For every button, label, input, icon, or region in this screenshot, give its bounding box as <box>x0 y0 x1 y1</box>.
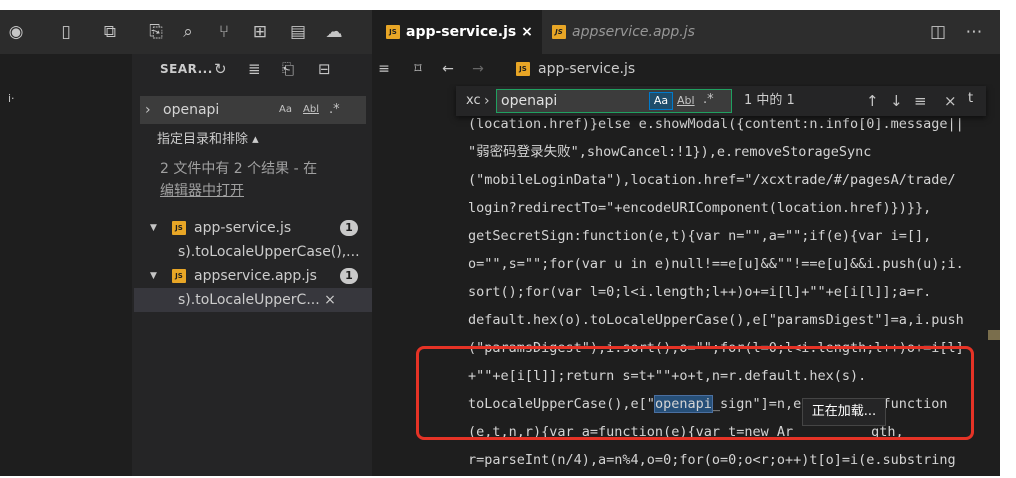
previous-match-icon[interactable]: ↑ <box>866 92 879 110</box>
find-input-value: openapi <box>501 93 558 109</box>
result-match-row[interactable]: s).toLocaleUpperCase(),... <box>134 240 372 264</box>
next-match-icon[interactable]: ↓ <box>890 92 903 110</box>
result-count-badge: 1 <box>340 268 358 284</box>
tab-app-service[interactable]: JS app-service.js × <box>372 10 542 54</box>
find-in-selection-icon[interactable]: ≡ <box>914 92 927 110</box>
result-file-name: appservice.app.js <box>194 268 317 284</box>
phone-icon[interactable]: ▯ <box>54 22 78 42</box>
panel-glyph-icon: i· <box>8 92 15 105</box>
chevron-right-icon[interactable]: › <box>484 86 490 116</box>
whole-word-toggle[interactable]: Abl <box>303 101 319 119</box>
results-summary: 2 文件中有 2 个结果 - 在 编辑器中打开 <box>160 158 360 202</box>
open-in-editor-link[interactable]: 编辑器中打开 <box>160 180 360 202</box>
new-search-editor-icon[interactable]: ⎗ <box>282 58 294 80</box>
find-widget: xc › openapi Aa Abl .* 1 中的 1 ↑ ↓ ≡ × t <box>456 86 986 116</box>
code-line: getSecretSign:function(e,t){var n="",a="… <box>468 228 932 244</box>
sidebar-title: SEAR... <box>160 62 213 76</box>
match-case-toggle[interactable]: Aa <box>649 92 673 110</box>
clear-results-icon[interactable]: ≣ <box>248 58 261 80</box>
chevron-right-icon[interactable]: › <box>145 99 151 121</box>
breadcrumb: ≡ ⌑ ← → JS app-service.js <box>372 54 1000 84</box>
code-line: default.hex(o).toLocaleUpperCase(),e["pa… <box>468 312 964 328</box>
result-count-badge: 1 <box>340 220 358 236</box>
chevron-down-icon[interactable]: ▼ <box>150 216 157 240</box>
activity-bar: ◉ ▯ ⧉ ⎘ ⌕ ⑂ ⊞ ▤ ☁ <box>0 10 372 54</box>
docker-icon[interactable]: ☁ <box>322 22 346 42</box>
find-prefix: xc <box>466 93 481 108</box>
breadcrumb-file[interactable]: app-service.js <box>538 54 635 84</box>
js-file-icon: JS <box>172 221 186 235</box>
code-line: (location.href)}else e.showModal({conten… <box>468 116 964 132</box>
code-line: sort();for(var l=0;l<i.length;l++)o+=i[l… <box>468 284 932 300</box>
source-control-icon[interactable]: ⑂ <box>212 22 236 42</box>
loading-tooltip: 正在加载... <box>802 398 886 426</box>
split-editor-icon[interactable]: ◫ <box>926 22 950 42</box>
js-file-icon: JS <box>516 62 530 76</box>
result-file-row[interactable]: ▼ JS appservice.app.js 1 <box>134 264 372 288</box>
find-suffix: t <box>968 91 974 106</box>
code-line: login?redirectTo="+encodeURIComponent(lo… <box>468 200 932 216</box>
result-file-row[interactable]: ▼ JS app-service.js 1 <box>134 216 372 240</box>
result-file-name: app-service.js <box>194 220 292 236</box>
tab-appservice-app[interactable]: JS appservice.app.js <box>542 10 732 54</box>
window-icon[interactable]: ⧉ <box>98 22 122 42</box>
whole-word-toggle[interactable]: Abl <box>677 92 695 110</box>
remote-icon[interactable]: ▤ <box>286 22 310 42</box>
radio-icon[interactable]: ◉ <box>4 22 28 42</box>
tab-label: appservice.app.js <box>572 24 695 40</box>
search-icon[interactable]: ⌕ <box>176 22 200 42</box>
left-panel-edge: i· <box>0 54 132 476</box>
match-case-toggle[interactable]: Aa <box>279 101 292 119</box>
js-file-icon: JS <box>552 25 566 39</box>
files-icon[interactable]: ⎘ <box>144 22 168 42</box>
scrollbar-match-marker[interactable] <box>988 330 1000 340</box>
find-result-count: 1 中的 1 <box>744 93 795 108</box>
extensions-icon[interactable]: ⊞ <box>248 22 272 42</box>
annotation-highlight-box <box>416 346 974 440</box>
include-exclude-toggle[interactable]: 指定目录和排除 ▴ <box>157 130 259 150</box>
close-icon[interactable]: × <box>944 92 957 110</box>
search-input-value: openapi <box>163 102 220 118</box>
result-match-text: s).toLocaleUpperC... × <box>178 292 336 308</box>
more-actions-icon[interactable]: ⋯ <box>962 22 986 42</box>
code-line: o="",s="";for(var u in e)null!==e[u]&&""… <box>468 256 964 272</box>
result-match-row[interactable]: s).toLocaleUpperC... × <box>134 288 372 312</box>
editor-tabs: JS app-service.js × JS appservice.app.js… <box>372 10 1000 54</box>
find-input[interactable]: openapi Aa Abl .* <box>496 89 732 113</box>
list-icon[interactable]: ≡ <box>372 59 396 79</box>
back-arrow-icon[interactable]: ← <box>436 59 460 79</box>
code-line: r=parseInt(n/4),a=n%4,o=0;for(o=0;o<r;o+… <box>468 452 956 468</box>
regex-toggle[interactable]: .* <box>703 90 714 110</box>
js-file-icon: JS <box>172 269 186 283</box>
collapse-all-icon[interactable]: ⊟ <box>318 58 331 80</box>
chevron-down-icon[interactable]: ▼ <box>150 264 157 288</box>
code-line: "弱密码登录失败",showCancel:!1}),e.removeStorag… <box>468 144 872 160</box>
bookmark-icon[interactable]: ⌑ <box>406 59 430 79</box>
js-file-icon: JS <box>386 25 400 39</box>
results-summary-text: 2 文件中有 2 个结果 - 在 <box>160 161 318 177</box>
refresh-icon[interactable]: ↻ <box>214 58 227 80</box>
code-line: ("mobileLoginData"),location.href="/xcxt… <box>468 172 956 188</box>
tab-label: app-service.js × <box>406 24 533 40</box>
search-input[interactable]: › openapi Aa Abl .* <box>140 96 366 124</box>
regex-toggle[interactable]: .* <box>329 101 340 119</box>
result-match-text: s).toLocaleUpperCase(),... <box>178 244 360 260</box>
forward-arrow-icon[interactable]: → <box>466 59 490 79</box>
